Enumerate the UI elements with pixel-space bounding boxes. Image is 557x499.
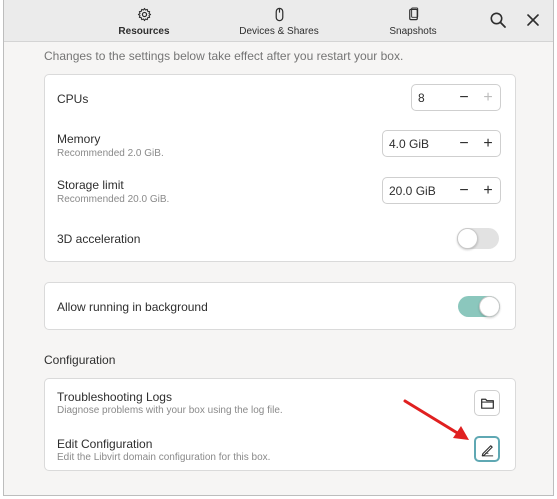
storage-increase-button[interactable]: + [476, 178, 500, 203]
background-card: Allow running in background [44, 282, 516, 330]
open-logs-button[interactable] [474, 390, 500, 416]
troubleshooting-logs-label: Troubleshooting Logs [57, 390, 172, 404]
memory-value[interactable]: 4.0 GiB [383, 137, 452, 151]
cpus-value[interactable]: 8 [412, 91, 452, 105]
cpus-row: CPUs 8 − + [45, 75, 515, 121]
memory-recommendation: Recommended 2.0 GiB. [57, 148, 164, 159]
tab-snapshots[interactable]: Snapshots [382, 0, 444, 41]
memory-label: Memory [57, 132, 101, 146]
gear-icon [137, 7, 151, 22]
memory-spinbutton[interactable]: 4.0 GiB − + [382, 130, 501, 157]
close-icon [527, 14, 539, 26]
3d-acceleration-label: 3D acceleration [57, 232, 141, 246]
mouse-icon [275, 7, 283, 22]
troubleshooting-logs-description: Diagnose problems with your box using th… [57, 405, 283, 416]
annotation-arrow [403, 399, 469, 440]
run-in-background-label: Allow running in background [57, 300, 208, 314]
edit-icon [481, 444, 493, 456]
storage-label: Storage limit [57, 178, 124, 192]
tab-resources-label: Resources [118, 26, 170, 37]
memory-row: Memory Recommended 2.0 GiB. 4.0 GiB − + [45, 121, 515, 167]
cpus-increase-button[interactable]: + [476, 85, 500, 110]
cpus-label: CPUs [57, 92, 89, 106]
header-bar: Resources Devices & Shares Snapshots [4, 0, 553, 42]
cpus-decrease-button[interactable]: − [452, 85, 476, 110]
run-in-background-switch[interactable] [458, 296, 500, 317]
snapshot-icon [408, 7, 418, 21]
edit-configuration-button[interactable] [474, 436, 500, 462]
boxes-preferences-window: Resources Devices & Shares Snapshots Cha… [3, 0, 554, 496]
configuration-heading: Configuration [44, 353, 116, 367]
edit-configuration-description: Edit the Libvirt domain configuration fo… [57, 452, 271, 463]
edit-configuration-label: Edit Configuration [57, 437, 153, 451]
tab-resources[interactable]: Resources [108, 0, 180, 41]
storage-decrease-button[interactable]: − [452, 178, 476, 203]
tab-devices-label: Devices & Shares [239, 26, 319, 37]
memory-increase-button[interactable]: + [476, 131, 500, 156]
storage-row: Storage limit Recommended 20.0 GiB. 20.0… [45, 167, 515, 213]
storage-recommendation: Recommended 20.0 GiB. [57, 194, 170, 205]
tab-snapshots-label: Snapshots [389, 26, 437, 37]
search-button[interactable] [488, 10, 508, 30]
restart-notice: Changes to the settings below take effec… [44, 49, 404, 63]
resources-card: CPUs 8 − + Memory Recommended 2.0 GiB. 4… [44, 74, 516, 262]
tab-devices-shares[interactable]: Devices & Shares [234, 0, 324, 41]
close-button[interactable] [526, 13, 540, 27]
cpus-spinbutton[interactable]: 8 − + [411, 84, 501, 111]
memory-decrease-button[interactable]: − [452, 131, 476, 156]
storage-spinbutton[interactable]: 20.0 GiB − + [382, 177, 501, 204]
storage-value[interactable]: 20.0 GiB [383, 184, 452, 198]
switch-knob [479, 296, 500, 317]
folder-icon [480, 398, 494, 409]
3d-acceleration-switch[interactable] [457, 228, 499, 249]
search-icon [490, 12, 506, 28]
switch-knob [457, 228, 478, 249]
3d-acceleration-row: 3D acceleration [45, 213, 515, 261]
